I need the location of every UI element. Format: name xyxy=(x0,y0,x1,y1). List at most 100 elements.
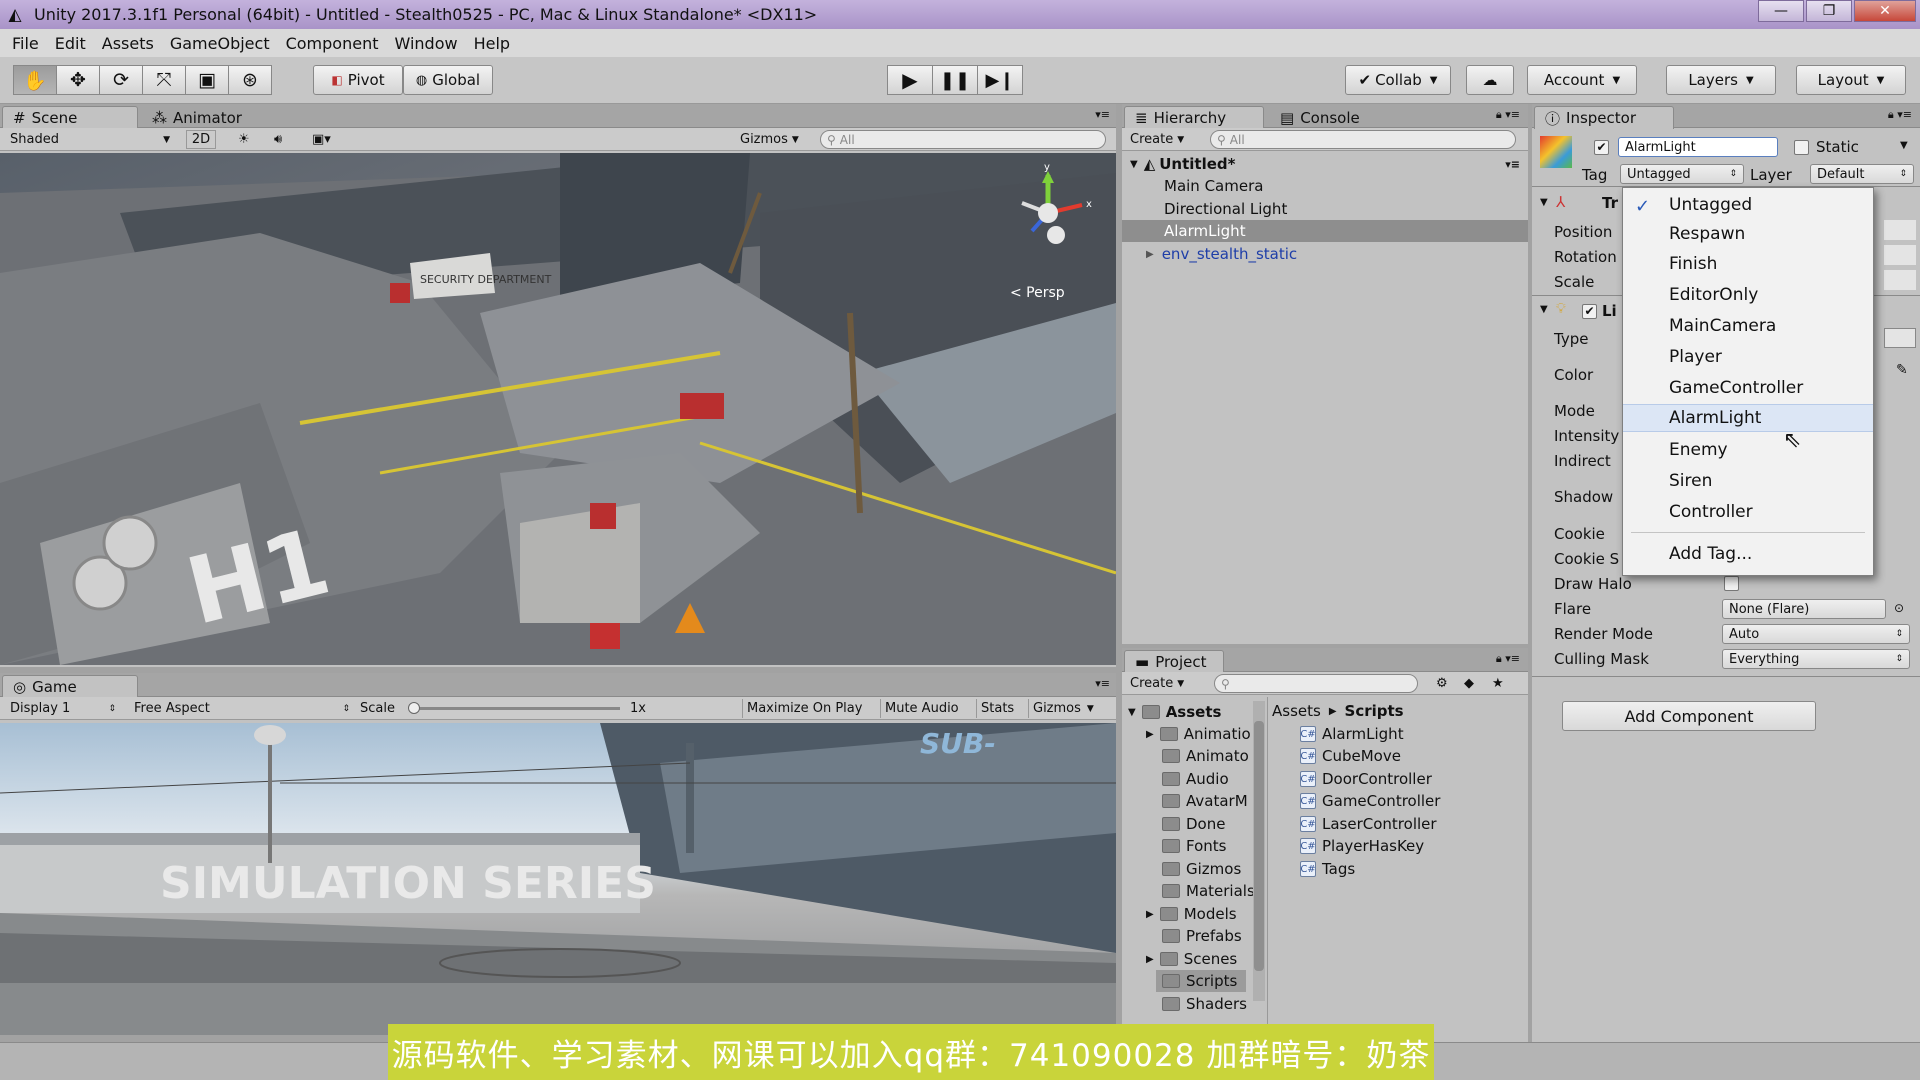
tree-folder-audio[interactable]: Audio xyxy=(1162,768,1229,790)
maximize-on-play-toggle[interactable]: Maximize On Play xyxy=(742,699,866,718)
script-item-gamecontroller[interactable]: C# GameController xyxy=(1300,790,1440,812)
tag-option-maincamera[interactable]: MainCamera xyxy=(1623,312,1873,340)
tree-folder-shaders[interactable]: Shaders xyxy=(1162,993,1247,1015)
tree-folder-avatarmask[interactable]: AvatarM xyxy=(1162,790,1248,812)
scale-tool-icon[interactable]: ⤧ xyxy=(142,65,186,95)
step-button-icon[interactable]: ▶❙ xyxy=(977,65,1023,95)
tab-inspector[interactable]: ⓘ Inspector xyxy=(1534,106,1674,129)
tag-option-siren[interactable]: Siren xyxy=(1623,467,1873,495)
orientation-gizmo[interactable]: y x xyxy=(1000,161,1100,261)
minimize-button[interactable]: — xyxy=(1758,0,1804,22)
tree-folder-materials[interactable]: Materials xyxy=(1162,880,1255,902)
caret-down-icon[interactable]: ▼ xyxy=(1900,140,1908,151)
transform-fields-stub[interactable] xyxy=(1884,220,1916,290)
menu-assets[interactable]: Assets xyxy=(94,34,162,53)
tag-option-controller[interactable]: Controller xyxy=(1623,498,1873,526)
scene-viewport[interactable]: SECURITY DEPARTMENT H1 y x < Persp xyxy=(0,153,1116,665)
hierarchy-create-dropdown[interactable]: Create ▼ xyxy=(1126,130,1188,149)
script-item-alarmlight[interactable]: C# AlarmLight xyxy=(1300,723,1404,745)
menu-component[interactable]: Component xyxy=(278,34,387,53)
script-item-cubemove[interactable]: C# CubeMove xyxy=(1300,745,1401,767)
tree-folder-scenes[interactable]: ▶ Scenes xyxy=(1146,948,1237,970)
lock-icon[interactable]: 🔒︎ ▾≡ xyxy=(1496,108,1520,122)
lock-icon[interactable]: 🔒︎ ▾≡ xyxy=(1888,108,1912,122)
menu-help[interactable]: Help xyxy=(466,34,518,53)
scene-root-row[interactable]: ▼ ◭ Untitled* ▾≡ xyxy=(1122,153,1528,175)
game-gizmos-dropdown[interactable]: Gizmos ▼ xyxy=(1028,699,1098,718)
script-item-playerhaskey[interactable]: C# PlayerHasKey xyxy=(1300,835,1424,857)
hierarchy-item-main-camera[interactable]: Main Camera xyxy=(1122,175,1528,197)
expand-arrow-icon[interactable]: ▼ xyxy=(1540,197,1548,208)
play-button-icon[interactable]: ▶ xyxy=(887,65,933,95)
breadcrumb-assets[interactable]: Assets xyxy=(1272,702,1321,720)
scale-slider-thumb[interactable] xyxy=(408,702,420,714)
panel-menu-icon[interactable]: ▾≡ xyxy=(1095,108,1110,121)
culling-mask-dropdown[interactable]: Everything ⇕ xyxy=(1722,649,1910,669)
tag-dropdown[interactable]: Untagged ⇕ xyxy=(1620,164,1744,184)
shading-dropdown[interactable]: Shaded ▼ xyxy=(6,130,174,149)
light-enabled-checkbox[interactable]: ✔ xyxy=(1582,304,1597,319)
render-mode-dropdown[interactable]: Auto ⇕ xyxy=(1722,624,1910,644)
tab-console[interactable]: ▤ Console xyxy=(1270,106,1370,129)
tag-option-finish[interactable]: Finish xyxy=(1623,250,1873,278)
tab-scene[interactable]: # Scene xyxy=(2,106,138,129)
tree-scrollbar[interactable] xyxy=(1253,701,1265,1001)
cloud-button[interactable]: ☁ xyxy=(1466,65,1514,95)
eyedropper-icon[interactable]: ✎ xyxy=(1896,362,1908,378)
pause-button-icon[interactable]: ❚❚ xyxy=(932,65,978,95)
mute-audio-toggle[interactable]: Mute Audio xyxy=(880,699,963,718)
aspect-dropdown[interactable]: Free Aspect ⇕ xyxy=(130,699,354,718)
filter-type-icon[interactable]: ⚙ xyxy=(1432,674,1452,693)
tab-hierarchy[interactable]: ≣ Hierarchy xyxy=(1124,106,1264,129)
project-search-input[interactable]: ⚲ xyxy=(1214,674,1418,693)
lock-icon[interactable]: 🔒︎ ▾≡ xyxy=(1496,652,1520,666)
object-picker-icon[interactable]: ⊙ xyxy=(1894,601,1904,615)
gizmos-dropdown[interactable]: Gizmos ▼ xyxy=(736,130,803,149)
breadcrumb-scripts[interactable]: Scripts xyxy=(1345,702,1404,720)
tree-folder-fonts[interactable]: Fonts xyxy=(1162,835,1226,857)
tree-folder-animation[interactable]: ▶ Animatio xyxy=(1146,723,1251,745)
scale-slider-track[interactable] xyxy=(410,707,620,710)
scene-menu-icon[interactable]: ▾≡ xyxy=(1505,158,1520,171)
add-tag-option[interactable]: Add Tag... xyxy=(1623,540,1873,568)
menu-window[interactable]: Window xyxy=(386,34,465,53)
script-item-lasercontroller[interactable]: C# LaserController xyxy=(1300,813,1437,835)
tree-folder-animator[interactable]: Animato xyxy=(1162,745,1249,767)
tree-scrollbar-thumb[interactable] xyxy=(1254,721,1264,971)
hierarchy-item-env-stealth-static[interactable]: ▶ env_stealth_static xyxy=(1122,243,1528,265)
tree-folder-gizmos[interactable]: Gizmos xyxy=(1162,858,1241,880)
rotate-tool-icon[interactable]: ⟳ xyxy=(99,65,143,95)
display-dropdown[interactable]: Display 1 ⇕ xyxy=(6,699,120,718)
tree-folder-models[interactable]: ▶ Models xyxy=(1146,903,1237,925)
close-button[interactable]: ✕ xyxy=(1854,0,1916,22)
layers-dropdown[interactable]: Layers ▼ xyxy=(1666,65,1776,95)
tree-assets-root[interactable]: ▼ Assets xyxy=(1128,701,1221,723)
menu-gameobject[interactable]: GameObject xyxy=(162,34,278,53)
tag-option-enemy[interactable]: Enemy xyxy=(1623,436,1873,464)
tag-option-gamecontroller[interactable]: GameController xyxy=(1623,374,1873,402)
global-toggle[interactable]: ◍ Global xyxy=(403,65,493,95)
tree-folder-prefabs[interactable]: Prefabs xyxy=(1162,925,1242,947)
rect-tool-icon[interactable]: ▣ xyxy=(185,65,229,95)
hierarchy-search-input[interactable]: ⚲ All xyxy=(1210,130,1516,149)
menu-file[interactable]: File xyxy=(4,34,47,53)
menu-edit[interactable]: Edit xyxy=(47,34,94,53)
draw-halo-checkbox[interactable] xyxy=(1724,576,1739,591)
tag-option-alarmlight[interactable]: AlarmLight xyxy=(1623,404,1873,432)
hierarchy-item-directional-light[interactable]: Directional Light xyxy=(1122,198,1528,220)
flare-field[interactable]: None (Flare) xyxy=(1722,599,1886,619)
stats-toggle[interactable]: Stats xyxy=(976,699,1018,718)
hand-tool-icon[interactable]: ✋ xyxy=(13,65,57,95)
scene-search-input[interactable]: ⚲ All xyxy=(820,130,1106,149)
tag-option-untagged[interactable]: Untagged xyxy=(1623,191,1873,219)
tag-option-editoronly[interactable]: EditorOnly xyxy=(1623,281,1873,309)
expand-arrow-icon[interactable]: ▼ xyxy=(1540,304,1548,315)
tag-option-player[interactable]: Player xyxy=(1623,343,1873,371)
tab-game[interactable]: ◎ Game xyxy=(2,675,138,698)
object-name-input[interactable]: AlarmLight xyxy=(1618,137,1778,157)
perspective-label[interactable]: < Persp xyxy=(1010,285,1065,301)
layer-dropdown[interactable]: Default ⇕ xyxy=(1810,164,1914,184)
script-item-tags[interactable]: C# Tags xyxy=(1300,858,1355,880)
move-tool-icon[interactable]: ✥ xyxy=(56,65,100,95)
account-dropdown[interactable]: Account ▼ xyxy=(1527,65,1637,95)
